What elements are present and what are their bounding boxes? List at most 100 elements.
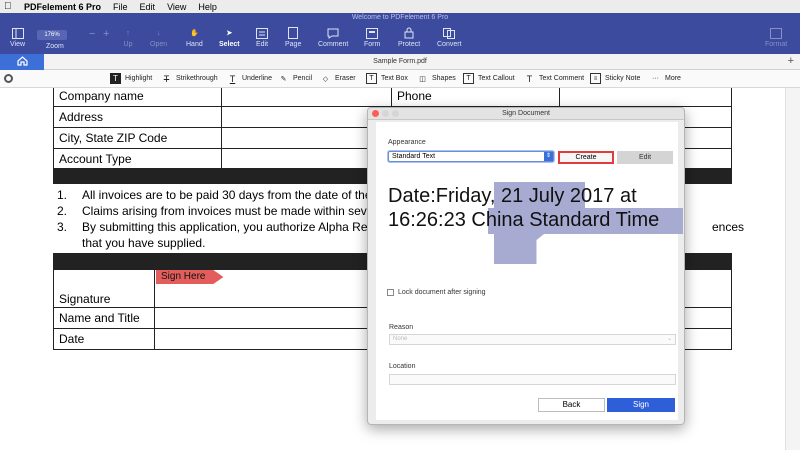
- underline-icon: T: [229, 73, 236, 84]
- app-window:  PDFelement 6 Pro File Edit View Help W…: [0, 0, 800, 450]
- home-icon: [16, 55, 28, 69]
- open-button[interactable]: ↓ Open: [150, 27, 167, 49]
- chevron-down-icon: ⌄: [666, 336, 672, 342]
- lock-document-option[interactable]: Lock document after signing: [387, 289, 486, 296]
- preview-line-2: 16:26:23 China Standard Time: [388, 209, 660, 231]
- sign-here-tag[interactable]: Sign Here: [156, 270, 224, 284]
- edit-button[interactable]: Edit: [255, 27, 269, 48]
- table-cell-value[interactable]: [221, 148, 392, 170]
- sticky-note-tool[interactable]: ≡ Sticky Note: [590, 73, 640, 84]
- table-cell-value[interactable]: [221, 127, 392, 149]
- form-label: Form: [364, 41, 381, 48]
- vertical-scrollbar[interactable]: [785, 88, 800, 450]
- page-label: Page: [285, 41, 302, 48]
- more-tool[interactable]: ··· More: [650, 73, 681, 84]
- minimize-icon: [382, 110, 389, 117]
- highlight-icon: T: [110, 73, 121, 84]
- open-icon: ↓: [156, 29, 161, 37]
- preview-line-1: Date:Friday, 21 July 2017 at: [388, 185, 637, 207]
- settings-icon[interactable]: [4, 74, 13, 83]
- signature-preview: Date:Friday, 21 July 2017 at 16:26:23 Ch…: [388, 170, 683, 266]
- tab-bar: Sample Form.pdf +: [0, 54, 800, 70]
- table-cell-value[interactable]: [221, 106, 392, 128]
- hand-label: Hand: [186, 41, 203, 48]
- menu-help[interactable]: Help: [198, 2, 217, 12]
- table-cell-label: Date: [53, 328, 155, 350]
- text-box-label: Text Box: [381, 75, 408, 82]
- eraser-tool[interactable]: ◇ Eraser: [320, 73, 356, 84]
- table-cell-value[interactable]: [559, 88, 732, 107]
- location-label: Location: [389, 363, 416, 370]
- comment-label: Comment: [318, 41, 349, 48]
- window-title: Welcome to PDFelement 6 Pro: [351, 14, 449, 21]
- maximize-icon: [392, 110, 399, 117]
- sign-button[interactable]: Sign: [607, 398, 675, 412]
- location-input[interactable]: [389, 374, 676, 385]
- home-tab[interactable]: [0, 54, 44, 70]
- format-button[interactable]: Format: [765, 27, 787, 48]
- text-callout-tool[interactable]: T Text Callout: [463, 73, 515, 84]
- menu-edit[interactable]: Edit: [140, 2, 156, 12]
- underline-tool[interactable]: T Underline: [227, 73, 272, 84]
- highlight-tool[interactable]: T Highlight: [110, 73, 152, 84]
- list-number: 1.: [57, 188, 68, 202]
- app-menu[interactable]: PDFelement 6 Pro: [24, 2, 101, 12]
- comment-button[interactable]: Comment: [318, 27, 348, 48]
- zoom-in-icon[interactable]: +: [103, 28, 109, 40]
- sticky-note-icon: ≡: [590, 73, 601, 84]
- hand-button[interactable]: ✋ Hand: [186, 27, 203, 48]
- appearance-value: Standard Text: [392, 153, 436, 160]
- add-tab-button[interactable]: +: [788, 54, 794, 69]
- more-label: More: [665, 75, 681, 82]
- more-icon: ···: [652, 75, 659, 82]
- menu-view[interactable]: View: [167, 2, 186, 12]
- apple-icon[interactable]: : [4, 1, 18, 12]
- strikethrough-tool[interactable]: T Strikethrough: [161, 73, 218, 84]
- back-button[interactable]: Back: [538, 398, 605, 412]
- close-icon[interactable]: [372, 110, 379, 117]
- view-icon: [11, 27, 25, 39]
- main-toolbar: Welcome to PDFelement 6 Pro View 176% Zo…: [0, 13, 800, 54]
- shapes-label: Shapes: [432, 75, 456, 82]
- text-comment-tool[interactable]: T Text Comment: [524, 73, 584, 84]
- list-number: 2.: [57, 204, 68, 218]
- convert-label: Convert: [437, 41, 462, 48]
- create-button[interactable]: Create: [558, 151, 614, 164]
- chevron-updown-icon: ⇕: [544, 152, 553, 161]
- table-cell-label: Address: [53, 106, 222, 128]
- form-icon: [365, 27, 379, 39]
- page-button[interactable]: Page: [285, 27, 301, 48]
- menu-file[interactable]: File: [113, 2, 128, 12]
- shapes-tool[interactable]: ◫ Shapes: [417, 73, 456, 84]
- table-cell-value[interactable]: [221, 88, 392, 107]
- table-row: Company name Phone: [53, 88, 732, 107]
- lock-checkbox[interactable]: [387, 289, 394, 296]
- zoom-select[interactable]: 176%: [37, 30, 67, 40]
- pencil-tool[interactable]: ✎ Pencil: [278, 73, 313, 84]
- shapes-icon: ◫: [419, 75, 426, 83]
- eraser-label: Eraser: [335, 75, 356, 82]
- appearance-select[interactable]: Standard Text ⇕: [388, 151, 554, 162]
- hand-icon: ✋: [190, 30, 199, 37]
- table-cell-label: City, State ZIP Code: [53, 127, 222, 149]
- reason-value: None: [393, 336, 408, 342]
- form-button[interactable]: Form: [364, 27, 380, 48]
- eraser-icon: ◇: [322, 75, 329, 83]
- up-button[interactable]: ↑ Up: [121, 27, 135, 49]
- page-icon: [286, 27, 300, 39]
- up-arrow-icon: ↑: [126, 29, 130, 37]
- zoom-out-icon[interactable]: −: [89, 28, 95, 40]
- cursor-icon: ➤: [226, 30, 233, 37]
- highlight-label: Highlight: [125, 75, 153, 82]
- format-icon: [769, 27, 783, 39]
- edit-button[interactable]: Edit: [617, 151, 673, 164]
- dialog-body: Appearance Standard Text ⇕ Create Edit D…: [376, 122, 683, 420]
- reason-select[interactable]: None ⌄: [389, 334, 676, 345]
- document-tab[interactable]: Sample Form.pdf: [0, 54, 800, 70]
- text-box-tool[interactable]: T Text Box: [366, 73, 408, 84]
- select-button[interactable]: ➤ Select: [219, 27, 240, 48]
- convert-button[interactable]: Convert: [437, 27, 462, 48]
- protect-button[interactable]: Protect: [398, 27, 420, 48]
- view-button[interactable]: View: [10, 27, 25, 48]
- edit-icon: [255, 27, 269, 39]
